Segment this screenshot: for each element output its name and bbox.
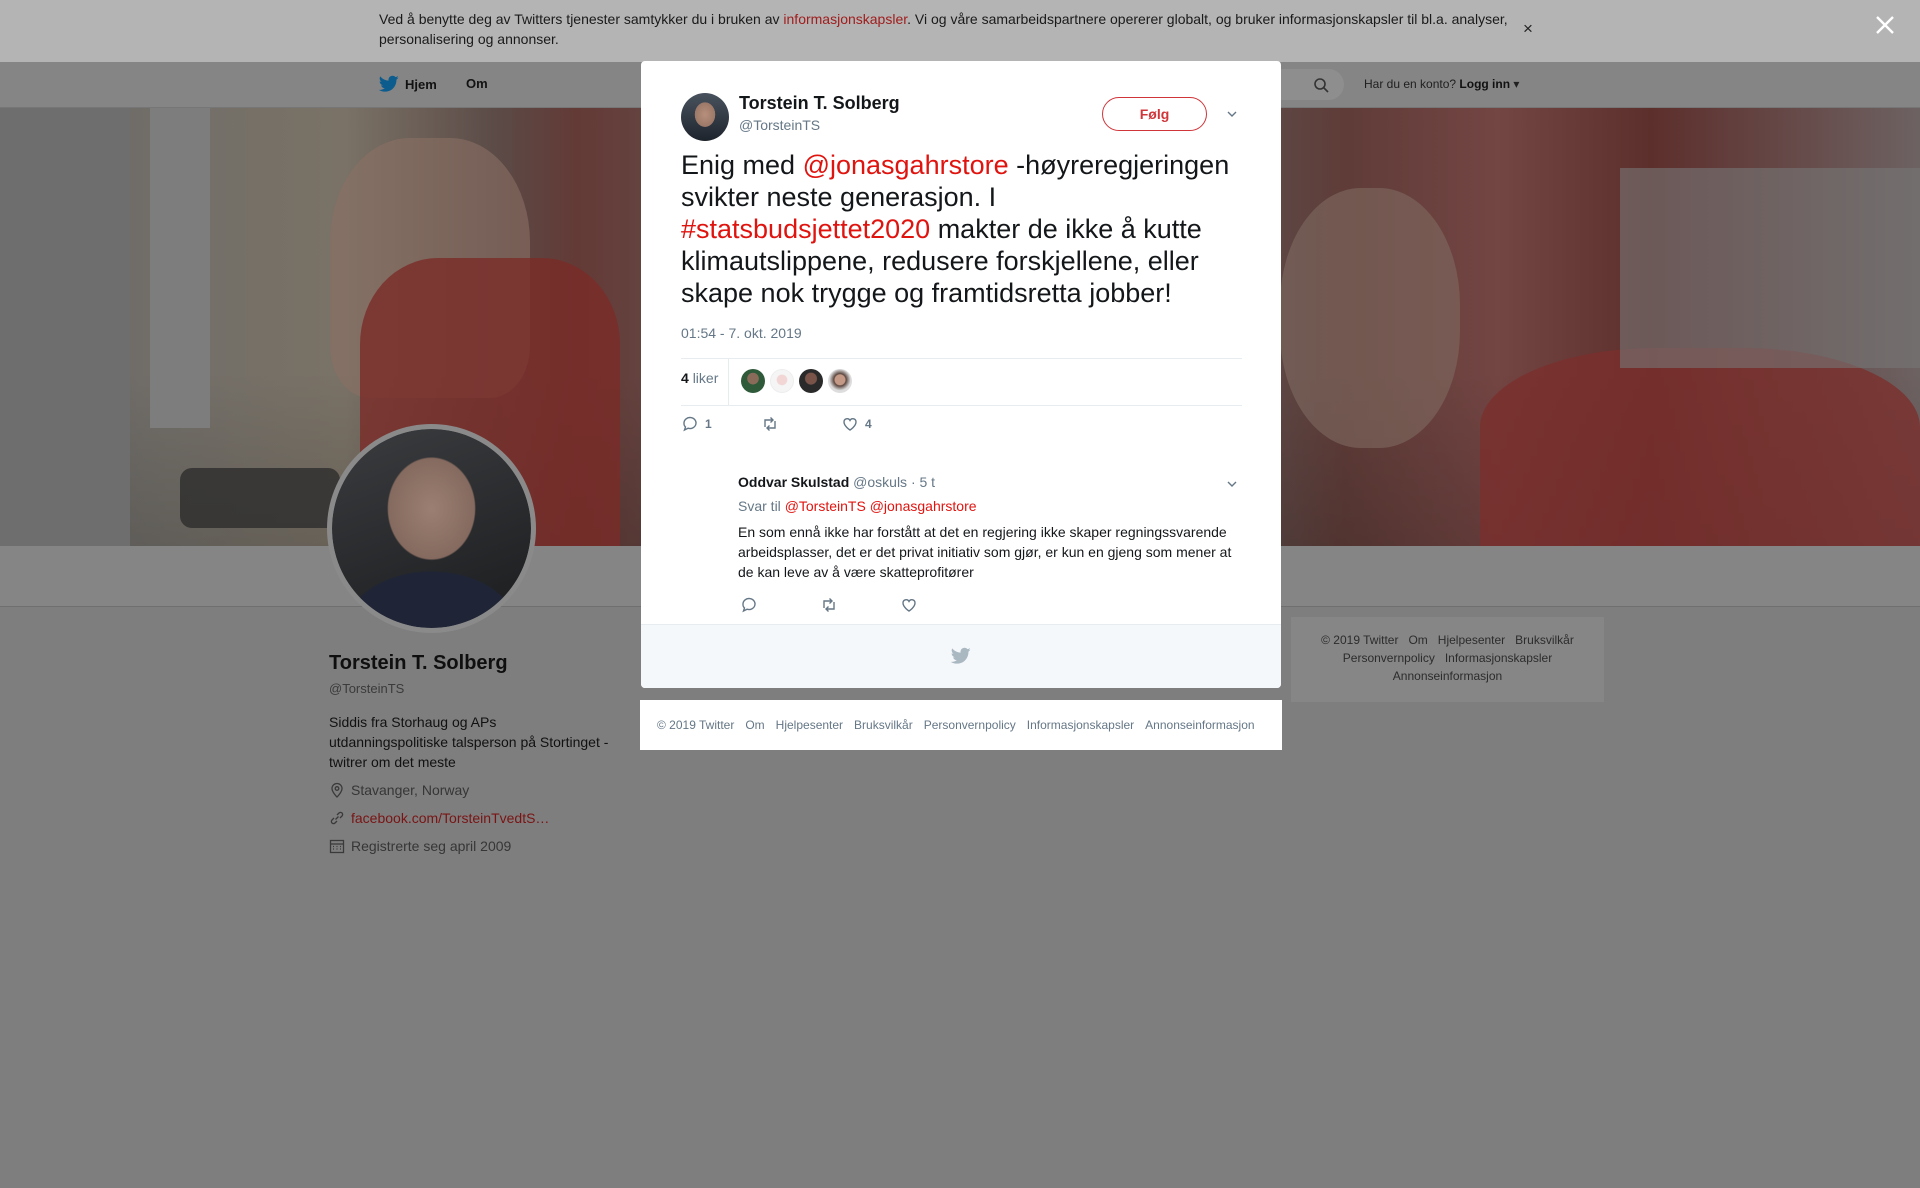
author-handle[interactable]: @TorsteinTS bbox=[739, 117, 820, 133]
like-count: 4 bbox=[865, 417, 872, 431]
footer-about[interactable]: Om bbox=[1408, 633, 1427, 647]
reply-count: 1 bbox=[705, 417, 712, 431]
like-button[interactable]: 4 bbox=[841, 415, 872, 433]
tweet-modal: Torstein T. Solberg @TorsteinTS Følg Eni… bbox=[641, 61, 1281, 688]
liker-avatar[interactable] bbox=[828, 369, 852, 393]
reply-time[interactable]: · 5 t bbox=[911, 474, 935, 490]
footer-about[interactable]: Om bbox=[745, 718, 764, 732]
hashtag-link[interactable]: #statsbudsjettet2020 bbox=[681, 214, 930, 244]
nav-home[interactable]: Hjem bbox=[379, 75, 437, 93]
profile-url-link[interactable]: facebook.com/TorsteinTvedtS… bbox=[351, 810, 549, 826]
calendar-icon bbox=[329, 839, 345, 854]
footer-privacy[interactable]: Personvernpolicy bbox=[924, 718, 1016, 732]
heart-icon[interactable] bbox=[900, 596, 918, 614]
nav-about[interactable]: Om bbox=[466, 76, 488, 91]
footer-terms[interactable]: Bruksvilkår bbox=[854, 718, 913, 732]
heart-icon bbox=[843, 418, 857, 431]
reply-actions bbox=[738, 596, 938, 614]
cookie-banner: Ved å benytte deg av Twitters tjenester … bbox=[0, 0, 1920, 62]
close-icon[interactable] bbox=[1874, 14, 1896, 36]
login-prompt: Har du en konto? bbox=[1364, 77, 1457, 91]
footer-cookies[interactable]: Informasjonskapsler bbox=[1445, 651, 1552, 665]
profile-handle: @TorsteinTS bbox=[329, 681, 405, 696]
footer-ads-info[interactable]: Annonseinformasjon bbox=[1145, 718, 1254, 732]
modal-footer bbox=[641, 624, 1281, 688]
twitter-bird-icon bbox=[379, 75, 399, 92]
chevron-down-icon: ▾ bbox=[1510, 77, 1520, 91]
tweet-actions: 1 4 bbox=[681, 415, 1242, 437]
footer-copyright: © 2019 Twitter bbox=[657, 718, 735, 732]
retweet-button[interactable] bbox=[761, 415, 779, 433]
retweet-icon[interactable] bbox=[820, 596, 838, 614]
reply-header: Oddvar Skulstad @oskuls · 5 t bbox=[738, 474, 935, 490]
login-area: Har du en konto? Logg inn ▾ bbox=[1364, 77, 1519, 91]
likes-summary: 4 liker bbox=[681, 358, 1242, 406]
reply-icon bbox=[683, 416, 697, 432]
sidebar-footer: © 2019 Twitter Om Hjelpesenter Bruksvilkår … bbox=[1291, 617, 1604, 702]
divider bbox=[728, 359, 729, 405]
search-icon[interactable] bbox=[1313, 77, 1329, 93]
liker-avatar[interactable] bbox=[799, 369, 823, 393]
footer-help[interactable]: Hjelpesenter bbox=[1438, 633, 1505, 647]
retweet-icon bbox=[764, 417, 776, 431]
footer-copyright: © 2019 Twitter bbox=[1321, 633, 1399, 647]
author-avatar[interactable] bbox=[681, 93, 729, 141]
profile-joined: Registrerte seg april 2009 bbox=[329, 838, 511, 854]
profile-joined-text: Registrerte seg april 2009 bbox=[351, 838, 512, 854]
footer-help[interactable]: Hjelpesenter bbox=[776, 718, 843, 732]
reply-to-line: Svar til @TorsteinTS @jonasgahrstore bbox=[738, 498, 977, 514]
reply-mention-link[interactable]: @jonasgahrstore bbox=[870, 498, 977, 514]
footer-privacy[interactable]: Personvernpolicy bbox=[1343, 651, 1435, 665]
reply-author-name[interactable]: Oddvar Skulstad bbox=[738, 474, 849, 490]
reply-button[interactable]: 1 bbox=[681, 415, 712, 433]
footer-ads-info[interactable]: Annonseinformasjon bbox=[1393, 669, 1502, 683]
login-link[interactable]: Logg inn bbox=[1459, 77, 1510, 91]
profile-bio: Siddis fra Storhaug og APs utdanningspol… bbox=[329, 714, 609, 770]
follow-button[interactable]: Følg bbox=[1102, 97, 1207, 131]
footer-cookies[interactable]: Informasjonskapsler bbox=[1027, 718, 1134, 732]
tweet-text: Enig med @jonasgahrstore -høyreregjering… bbox=[681, 150, 1230, 308]
profile-avatar[interactable] bbox=[327, 424, 536, 633]
location-pin-icon bbox=[331, 782, 343, 798]
footer-terms[interactable]: Bruksvilkår bbox=[1515, 633, 1574, 647]
chevron-down-icon[interactable] bbox=[1226, 478, 1238, 490]
link-icon bbox=[330, 811, 344, 825]
chevron-down-icon[interactable] bbox=[1226, 108, 1238, 120]
nav-home-label: Hjem bbox=[405, 76, 437, 92]
cookie-link[interactable]: informasjonskapsler bbox=[783, 11, 907, 27]
reply-mention-link[interactable]: @TorsteinTS bbox=[785, 498, 866, 514]
cookie-close-button[interactable]: × bbox=[1523, 19, 1533, 39]
likes-count[interactable]: 4 liker bbox=[681, 370, 718, 386]
reply-author-handle[interactable]: @oskuls bbox=[853, 474, 907, 490]
reply-text: En som ennå ikke har forstått at det en … bbox=[738, 524, 1232, 580]
modal-footer-links: © 2019 Twitter Om Hjelpesenter Bruksvilk… bbox=[640, 700, 1282, 750]
tweet-timestamp[interactable]: 01:54 - 7. okt. 2019 bbox=[681, 325, 802, 341]
author-name[interactable]: Torstein T. Solberg bbox=[739, 93, 900, 114]
profile-url: facebook.com/TorsteinTvedtS… bbox=[329, 810, 549, 826]
mention-link[interactable]: @jonasgahrstore bbox=[803, 150, 1009, 180]
profile-name: Torstein T. Solberg bbox=[329, 652, 508, 674]
profile-location: Stavanger, Norway bbox=[329, 782, 469, 798]
reply-icon[interactable] bbox=[740, 596, 758, 614]
profile-location-text: Stavanger, Norway bbox=[351, 782, 470, 798]
twitter-bird-icon bbox=[951, 647, 971, 664]
liker-avatar[interactable] bbox=[741, 369, 765, 393]
liker-avatar[interactable] bbox=[770, 369, 794, 393]
cookie-text: Ved å benytte deg av Twitters tjenester … bbox=[379, 11, 1508, 47]
